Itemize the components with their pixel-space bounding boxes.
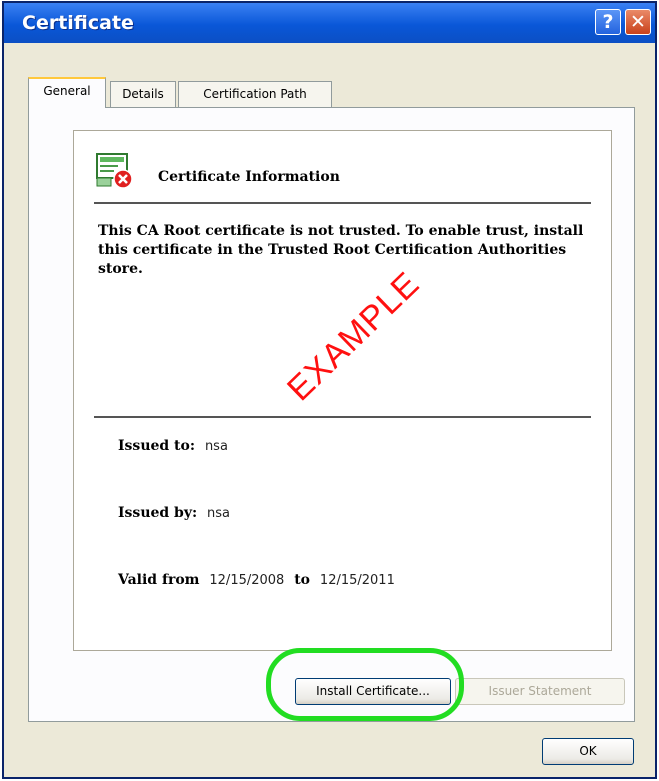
certificate-info-box: Certificate Information This CA Root cer… bbox=[73, 130, 612, 651]
tab-panel-general: Certificate Information This CA Root cer… bbox=[28, 107, 635, 722]
certificate-information-heading: Certificate Information bbox=[158, 169, 340, 185]
title-bar: Certificate ? ✕ bbox=[4, 3, 655, 43]
valid-from-value: 12/15/2008 bbox=[209, 573, 285, 588]
issued-to-row: Issued to: nsa bbox=[118, 437, 228, 454]
issued-by-row: Issued by: nsa bbox=[118, 504, 230, 521]
window-title: Certificate bbox=[22, 12, 134, 34]
certificate-icon bbox=[96, 153, 133, 189]
validity-row: Valid from 12/15/2008 to 12/15/2011 bbox=[118, 571, 395, 588]
tab-general[interactable]: General bbox=[28, 77, 106, 108]
divider bbox=[94, 202, 591, 204]
issued-to-label: Issued to: bbox=[118, 438, 196, 454]
ok-button[interactable]: OK bbox=[542, 738, 634, 765]
trust-message: This CA Root certificate is not trusted.… bbox=[98, 223, 584, 277]
valid-from-label: Valid from bbox=[118, 572, 200, 588]
error-icon bbox=[113, 169, 133, 189]
divider bbox=[94, 416, 591, 418]
example-watermark: EXAMPLE bbox=[280, 264, 427, 409]
issued-by-value: nsa bbox=[207, 506, 231, 521]
valid-to-value: 12/15/2011 bbox=[319, 573, 395, 588]
help-icon[interactable]: ? bbox=[595, 9, 621, 35]
tab-details[interactable]: Details bbox=[110, 81, 176, 107]
valid-to-label: to bbox=[294, 572, 311, 588]
tab-certification-path[interactable]: Certification Path bbox=[178, 81, 332, 107]
close-icon[interactable]: ✕ bbox=[625, 9, 651, 35]
issued-by-label: Issued by: bbox=[118, 505, 198, 521]
issuer-statement-button[interactable]: Issuer Statement bbox=[455, 678, 625, 705]
issued-to-value: nsa bbox=[204, 439, 228, 454]
install-button-highlight bbox=[266, 648, 464, 721]
